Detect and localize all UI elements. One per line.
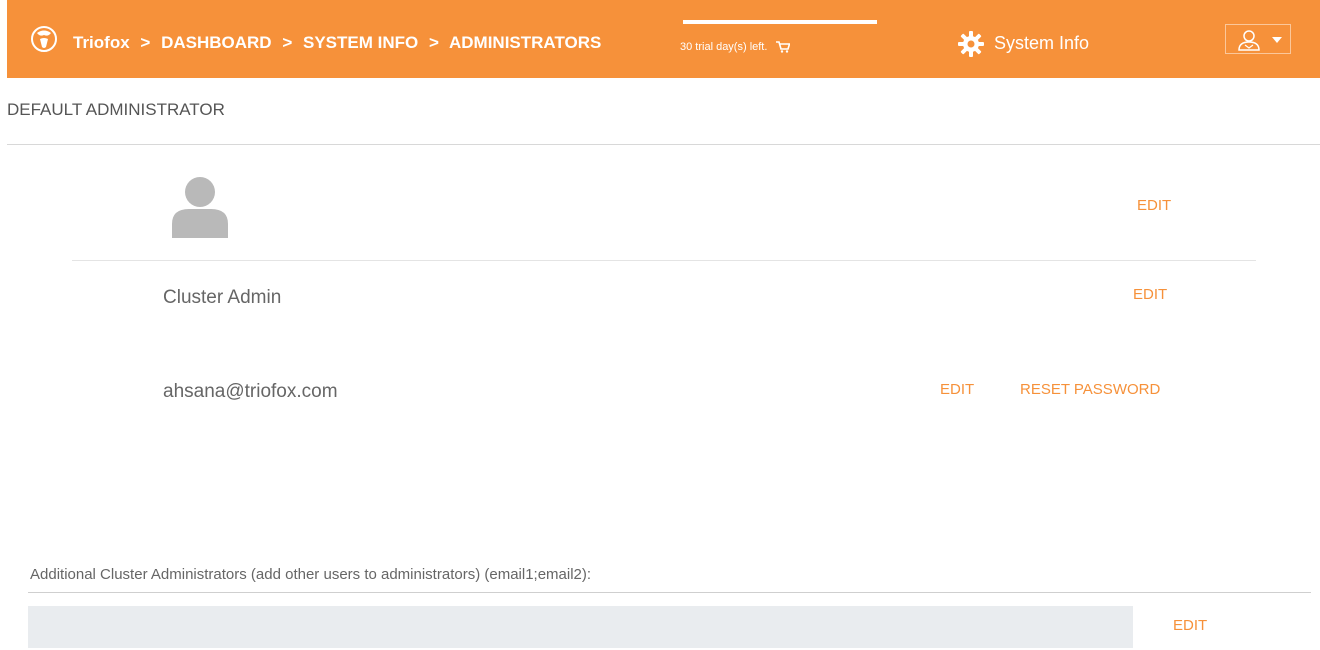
breadcrumb: Triofox > DASHBOARD > SYSTEM INFO > ADMI… [73, 33, 601, 53]
avatar-icon [172, 177, 228, 238]
edit-additional-admins-button[interactable]: EDIT [1173, 617, 1207, 634]
additional-admins-label: Additional Cluster Administrators (add o… [30, 566, 592, 583]
section-title: DEFAULT ADMINISTRATOR [7, 100, 225, 119]
caret-down-icon [1272, 37, 1282, 43]
admin-name: Cluster Admin [163, 287, 282, 308]
user-icon [1238, 30, 1260, 51]
top-bar: Triofox > DASHBOARD > SYSTEM INFO > ADMI… [7, 0, 1320, 78]
additional-admins-input[interactable] [28, 606, 1133, 648]
admin-email: ahsana@triofox.com [163, 381, 338, 402]
edit-name-button[interactable]: EDIT [1133, 286, 1167, 303]
triofox-logo-icon[interactable] [29, 24, 59, 54]
edit-email-button[interactable]: EDIT [940, 381, 974, 398]
breadcrumb-dashboard[interactable]: DASHBOARD [161, 33, 272, 52]
reset-password-button[interactable]: RESET PASSWORD [1020, 381, 1160, 398]
breadcrumb-system-info[interactable]: SYSTEM INFO [303, 33, 418, 52]
breadcrumb-separator: > [140, 33, 151, 52]
user-menu-button[interactable] [1225, 24, 1291, 54]
breadcrumb-separator: > [428, 33, 439, 52]
system-info-menu[interactable]: System Info [957, 30, 1089, 58]
additional-admins-divider [28, 592, 1311, 593]
section-divider [7, 144, 1320, 145]
gear-icon [958, 31, 984, 57]
breadcrumb-administrators[interactable]: ADMINISTRATORS [449, 33, 601, 52]
cart-icon[interactable] [776, 41, 791, 53]
breadcrumb-separator: > [282, 33, 293, 52]
trial-progress-bar [683, 20, 877, 24]
system-info-label: System Info [994, 32, 1090, 53]
trial-text: 30 trial day(s) left. [680, 41, 768, 53]
edit-avatar-button[interactable]: EDIT [1137, 197, 1171, 214]
trial-status[interactable]: 30 trial day(s) left. [680, 41, 791, 53]
row-divider [72, 260, 1256, 261]
brand-link[interactable]: Triofox [73, 33, 130, 52]
